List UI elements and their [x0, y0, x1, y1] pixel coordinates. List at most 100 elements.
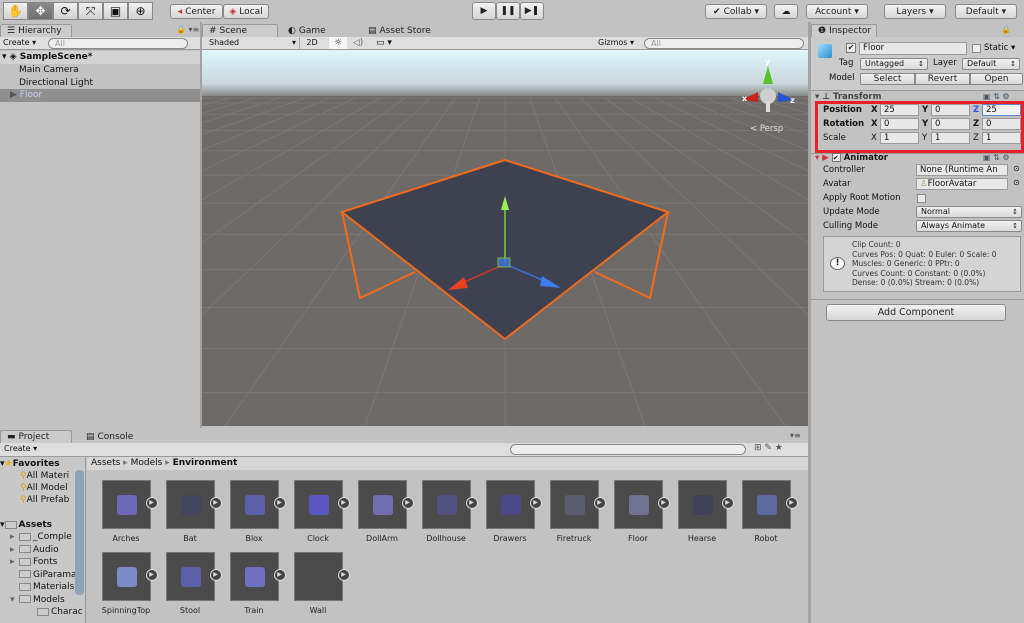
asset-item[interactable]: ▶ Stool [160, 552, 222, 615]
expand-play-icon[interactable]: ▶ [721, 497, 734, 509]
plane-handle[interactable] [497, 257, 511, 268]
projection-label[interactable]: < Persp [750, 124, 783, 134]
folder-item[interactable]: ▸ _Comple [0, 531, 85, 543]
animator-header[interactable]: ▾ ▶ ✔ Animator [815, 152, 888, 164]
static-checkbox[interactable] [972, 44, 981, 53]
cloud-button[interactable]: ☁ [774, 4, 798, 19]
hierarchy-search-input[interactable]: All [48, 38, 188, 49]
create-dropdown[interactable]: Create ▾ [3, 38, 36, 47]
hand-tool-button[interactable]: ✋ [3, 2, 28, 20]
update-mode-dropdown[interactable]: Normal [916, 206, 1022, 218]
breadcrumb-item[interactable]: Models [131, 458, 163, 468]
create-dropdown[interactable]: Create ▾ [4, 444, 37, 453]
favorite-item[interactable]: ⚲All Materi [0, 470, 85, 482]
tab-project[interactable]: ▬ Project [0, 430, 72, 443]
asset-item[interactable]: ▶ Floor [608, 480, 670, 543]
filter-icons[interactable]: ⊞ ✎ ★ [754, 443, 783, 453]
object-name-field[interactable]: Floor [859, 42, 967, 55]
avatar-field[interactable]: ♙FloorAvatar [916, 178, 1008, 190]
effects-dropdown-icon[interactable]: ▭ ▾ [372, 37, 396, 49]
tab-asset-store[interactable]: ▤ Asset Store [362, 24, 437, 37]
expand-arrow-icon[interactable]: ▸ [10, 531, 19, 543]
culling-mode-dropdown[interactable]: Always Animate [916, 220, 1022, 232]
rotate-tool-button[interactable]: ⟳ [53, 2, 78, 20]
expand-arrow-icon[interactable]: ▸ [10, 544, 19, 556]
object-picker-icon[interactable]: ⊙ [1013, 178, 1020, 187]
object-picker-icon[interactable]: ⊙ [1013, 164, 1020, 173]
layer-dropdown[interactable]: Default [962, 58, 1020, 70]
folder-item[interactable]: Materials [0, 581, 85, 593]
asset-item[interactable]: ▶ Robot [736, 480, 798, 543]
root-motion-checkbox[interactable] [917, 194, 926, 203]
asset-item[interactable]: ▶ Blox [224, 480, 286, 543]
model-open-button[interactable]: Open [970, 73, 1023, 85]
asset-item[interactable]: ▶ DollArm [352, 480, 414, 543]
expand-arrow-icon[interactable]: ▸ [10, 556, 19, 568]
expand-play-icon[interactable]: ▶ [209, 497, 222, 509]
model-revert-button[interactable]: Revert [915, 73, 970, 85]
2d-toggle[interactable]: 2D [303, 37, 321, 49]
expand-arrow-icon[interactable]: ▾ [10, 594, 19, 606]
expand-play-icon[interactable]: ▶ [273, 497, 286, 509]
folder-item[interactable]: ▸ Fonts [0, 556, 85, 568]
expand-play-icon[interactable]: ▶ [657, 497, 670, 509]
asset-item[interactable]: ▶ Hearse [672, 480, 734, 543]
static-label[interactable]: Static ▾ [984, 42, 1015, 54]
pivot-local-button[interactable]: ◈ Local [223, 4, 269, 19]
model-select-button[interactable]: Select [860, 73, 915, 85]
expand-play-icon[interactable]: ▶ [337, 569, 350, 581]
expand-play-icon[interactable]: ▶ [145, 569, 158, 581]
expand-play-icon[interactable]: ▶ [337, 497, 350, 509]
breadcrumb-item[interactable]: Environment [173, 458, 238, 468]
move-tool-button[interactable]: ✥ [28, 2, 53, 20]
rotation-x-field[interactable]: 0 [880, 118, 919, 130]
asset-item[interactable]: ▶ Firetruck [544, 480, 606, 543]
rect-tool-button[interactable]: ▣ [103, 2, 128, 20]
tab-console[interactable]: ▤ Console [80, 430, 139, 443]
scale-y-field[interactable]: 1 [931, 132, 970, 144]
lighting-toggle-icon[interactable]: ☼ [329, 37, 347, 49]
play-button[interactable]: ▶ [472, 2, 496, 20]
scene-viewport[interactable]: y x z < Persp [202, 50, 808, 426]
expand-play-icon[interactable]: ▶ [273, 569, 286, 581]
folder-item[interactable]: ▸ Audio [0, 544, 85, 556]
controller-field[interactable]: None (Runtime An [916, 164, 1008, 176]
expand-play-icon[interactable]: ▶ [465, 497, 478, 509]
asset-item[interactable]: ▶ Dollhouse [416, 480, 478, 543]
account-dropdown[interactable]: Account ▾ [806, 4, 868, 19]
asset-item[interactable]: ▶ Arches [96, 480, 158, 543]
animator-enabled-checkbox[interactable]: ✔ [831, 153, 841, 162]
tab-hierarchy[interactable]: ☰ Hierarchy [0, 24, 72, 37]
scale-x-field[interactable]: 1 [880, 132, 919, 144]
layout-dropdown[interactable]: Default ▾ [955, 4, 1017, 19]
breadcrumb-item[interactable]: Assets [91, 458, 120, 468]
scene-search-input[interactable]: All [644, 38, 804, 49]
scene-root[interactable]: ▾ ◈ SampleScene* [0, 51, 200, 64]
position-z-field[interactable]: 25 [982, 104, 1021, 116]
transform-tool-button[interactable]: ⊕ [128, 2, 153, 20]
expand-play-icon[interactable]: ▶ [209, 569, 222, 581]
layers-dropdown[interactable]: Layers ▾ [884, 4, 946, 19]
component-menu-icons[interactable]: ▣ ⇅ ⚙ [983, 92, 1010, 101]
favorite-item[interactable]: ⚲All Model [0, 482, 85, 494]
collab-button[interactable]: ✔ Collab ▾ [705, 4, 767, 19]
asset-item[interactable]: ▶ Bat [160, 480, 222, 543]
favorites-header[interactable]: ▾★Favorites [0, 458, 85, 470]
asset-item[interactable]: ▶ Train [224, 552, 286, 615]
panel-menu-icon[interactable]: 🔒 ▾≡ [176, 25, 199, 34]
scale-tool-button[interactable]: ⤧ [78, 2, 103, 20]
tab-game[interactable]: ◐ Game [282, 24, 332, 37]
asset-item[interactable]: ▶ Drawers [480, 480, 542, 543]
active-checkbox[interactable]: ✔ [846, 43, 856, 53]
asset-item[interactable]: ▶ Clock [288, 480, 350, 543]
tab-scene[interactable]: # Scene [202, 24, 278, 37]
gizmos-dropdown[interactable]: Gizmos ▾ [598, 37, 634, 49]
position-x-field[interactable]: 25 [880, 104, 919, 116]
tab-inspector[interactable]: ❶ Inspector [811, 24, 877, 37]
assets-root[interactable]: ▾ Assets [0, 519, 85, 531]
folder-item[interactable]: GiParama [0, 569, 85, 581]
favorite-item[interactable]: ⚲All Prefab [0, 494, 85, 506]
add-component-button[interactable]: Add Component [826, 304, 1006, 321]
rotation-z-field[interactable]: 0 [982, 118, 1021, 130]
scale-z-field[interactable]: 1 [982, 132, 1021, 144]
